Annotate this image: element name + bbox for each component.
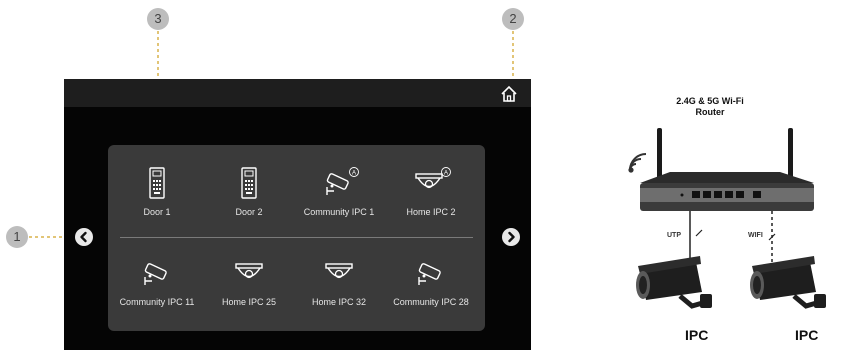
device-label: Community IPC 28 [393,297,469,307]
next-page-button[interactable] [502,228,520,246]
callout-2: 2 [502,8,524,30]
device-tile[interactable]: Community IPC 28 [386,255,476,325]
bullet-camera-left [636,256,712,309]
door-station-icon [149,167,165,199]
wifi-label: WIFI [748,232,763,239]
router [640,172,814,211]
bullet-camera-right [750,256,826,309]
network-diagram [628,128,826,309]
auto-badge: A [352,171,356,177]
utp-label: UTP [667,232,681,239]
dome-camera-icon [235,263,263,279]
bullet-camera-icon [144,263,167,285]
device-grid-panel: Door 1 Door 2 A Community IPC 1 A Home I… [108,145,485,331]
callout-1: 1 [6,226,28,248]
router-antenna-left [657,128,662,180]
bullet-camera-icon: A [326,167,359,195]
device-label: Home IPC 32 [311,297,367,307]
callout-3: 3 [147,8,169,30]
device-tile[interactable]: Door 1 [112,165,202,235]
device-tile[interactable]: A Community IPC 1 [294,165,384,235]
row-divider [120,237,473,238]
ipc-label-right: IPC [795,327,819,343]
device-label: Community IPC 1 [303,207,375,217]
device-tile[interactable]: Door 2 [204,165,294,235]
ipc-label-left: IPC [685,327,709,343]
dome-camera-icon: A [415,167,451,189]
dome-camera-icon [325,263,353,279]
chevron-right-icon [508,231,515,243]
device-label: Home IPC 25 [221,297,277,307]
device-tile[interactable]: A Home IPC 2 [386,165,476,235]
wifi-icon [628,153,647,173]
bullet-camera-icon [418,263,441,285]
device-label: Community IPC 11 [119,297,195,307]
top-bar [64,79,531,107]
device-label: Home IPC 2 [406,207,456,217]
device-tile[interactable]: Community IPC 11 [112,255,202,325]
router-antenna-right [788,128,793,180]
home-button[interactable] [499,84,519,104]
chevron-left-icon [80,231,87,243]
prev-page-button[interactable] [75,228,93,246]
device-label: Door 2 [235,207,263,217]
device-tile[interactable]: Home IPC 32 [294,255,384,325]
door-station-icon [241,167,257,199]
device-tile[interactable]: Home IPC 25 [204,255,294,325]
device-screen: Door 1 Door 2 A Community IPC 1 A Home I… [64,79,531,350]
device-label: Door 1 [143,207,171,217]
auto-badge: A [444,171,448,177]
home-icon [501,85,517,102]
